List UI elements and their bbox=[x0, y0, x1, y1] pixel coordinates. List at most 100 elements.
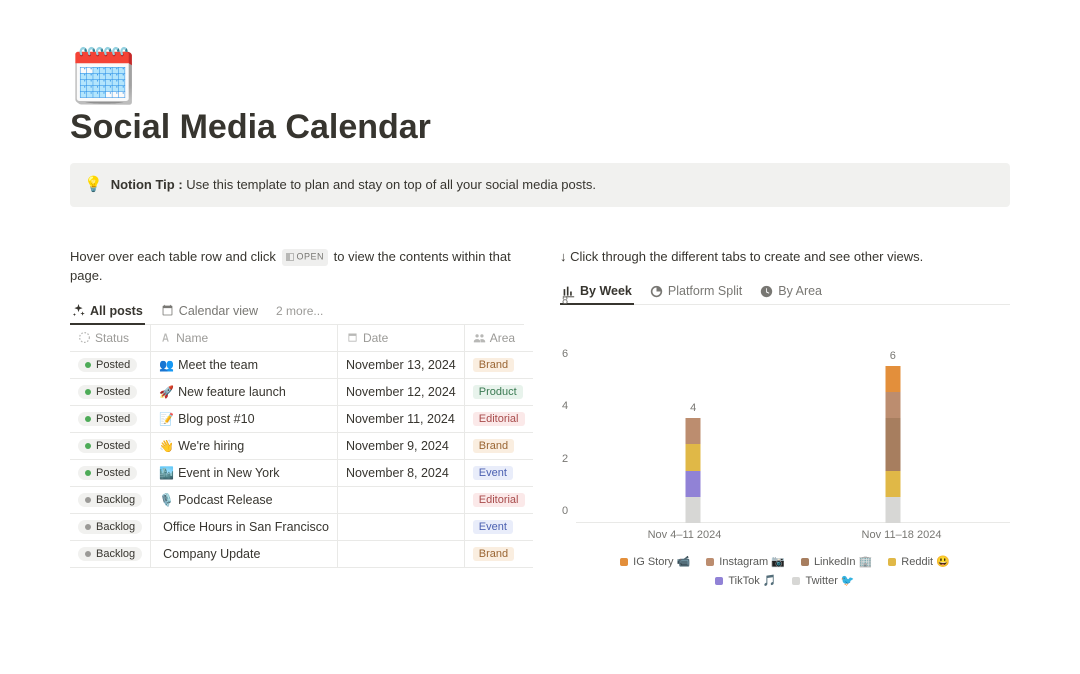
area-tag: Brand bbox=[473, 358, 514, 372]
bar-segment bbox=[686, 497, 701, 523]
row-date bbox=[337, 540, 464, 567]
bar-segment bbox=[686, 418, 701, 444]
legend-swatch bbox=[801, 558, 809, 566]
row-emoji: 🚀 bbox=[159, 385, 174, 399]
table-row[interactable]: Backlog Company Update Brand bbox=[70, 540, 533, 567]
table-row[interactable]: Posted🏙️Event in New YorkNovember 8, 202… bbox=[70, 459, 533, 486]
tab-calendar-view-label: Calendar view bbox=[179, 304, 258, 318]
open-chip-icon bbox=[286, 253, 294, 261]
status-dot bbox=[85, 389, 91, 395]
tip-label: Notion Tip : bbox=[111, 177, 183, 192]
legend-swatch bbox=[620, 558, 628, 566]
legend-item[interactable]: LinkedIn 🏢 bbox=[801, 555, 872, 568]
tab-by-week-label: By Week bbox=[580, 284, 632, 298]
row-date: November 13, 2024 bbox=[337, 351, 464, 378]
col-status[interactable]: Status bbox=[70, 325, 151, 352]
col-name[interactable]: Name bbox=[151, 325, 338, 352]
legend: IG Story 📹 Instagram 📷 LinkedIn 🏢 Reddit 😃 T… bbox=[560, 555, 1010, 587]
status-pill: Posted bbox=[78, 358, 137, 372]
table-row[interactable]: Posted📝Blog post #10November 11, 2024Edi… bbox=[70, 405, 533, 432]
row-name: New feature launch bbox=[178, 385, 286, 399]
row-emoji: 👋 bbox=[159, 439, 174, 453]
status-pill: Backlog bbox=[78, 493, 142, 507]
y-tick: 4 bbox=[562, 400, 568, 412]
legend-label: Twitter 🐦 bbox=[805, 574, 854, 587]
lightbulb-icon: 💡 bbox=[84, 175, 103, 193]
tab-calendar-view[interactable]: Calendar view bbox=[159, 298, 260, 324]
tab-by-area-label: By Area bbox=[778, 284, 822, 298]
page-icon[interactable]: 🗓️ bbox=[70, 50, 1010, 104]
calendar-icon bbox=[161, 304, 174, 317]
callout: 💡 Notion Tip : Use this template to plan… bbox=[70, 163, 1010, 207]
table-row[interactable]: Backlog🎙️Podcast ReleaseEditorial bbox=[70, 486, 533, 513]
status-text: Posted bbox=[96, 413, 130, 425]
status-text: Backlog bbox=[96, 548, 135, 560]
table-row[interactable]: Posted 🚀 New feature launch November 12, 20… bbox=[70, 378, 533, 405]
bar-group[interactable]: 6 bbox=[885, 366, 900, 524]
table-row[interactable]: Posted👋We're hiringNovember 9, 2024Brand bbox=[70, 432, 533, 459]
bar-segment bbox=[885, 392, 900, 418]
row-date: November 12, 2024 bbox=[337, 378, 464, 405]
left-tabs: All posts Calendar view 2 more... bbox=[70, 298, 524, 325]
tab-more[interactable]: 2 more... bbox=[274, 298, 325, 324]
status-text: Posted bbox=[96, 440, 130, 452]
area-tag: Brand bbox=[473, 439, 514, 453]
status-pill: Backlog bbox=[78, 520, 142, 534]
area-tag: Brand bbox=[473, 547, 514, 561]
y-tick: 6 bbox=[562, 348, 568, 360]
x-axis bbox=[576, 522, 1010, 523]
legend-label: Instagram 📷 bbox=[719, 555, 785, 568]
people-icon bbox=[473, 331, 486, 344]
tip-body: Use this template to plan and stay on to… bbox=[183, 177, 596, 192]
bar-segment bbox=[885, 471, 900, 497]
posts-table: Status Name Date Area Posted👥Meet the te… bbox=[70, 325, 533, 568]
status-text: Backlog bbox=[96, 494, 135, 506]
tab-all-posts[interactable]: All posts bbox=[70, 298, 145, 324]
legend-item[interactable]: TikTok 🎵 bbox=[715, 574, 776, 587]
legend-label: Reddit 😃 bbox=[901, 555, 950, 568]
y-tick: 2 bbox=[562, 453, 568, 465]
open-chip: OPEN bbox=[282, 249, 329, 266]
col-area[interactable]: Area bbox=[464, 325, 532, 352]
status-text: Posted bbox=[96, 467, 130, 479]
right-tabs: By Week Platform Split By Area bbox=[560, 278, 1010, 305]
row-name: Company Update bbox=[163, 547, 260, 561]
area-tag: Editorial bbox=[473, 493, 525, 507]
area-tag: Event bbox=[473, 520, 513, 534]
bar-segment bbox=[686, 471, 701, 497]
area-tag: Editorial bbox=[473, 412, 525, 426]
row-name: Podcast Release bbox=[178, 493, 273, 507]
col-date[interactable]: Date bbox=[337, 325, 464, 352]
legend-swatch bbox=[715, 577, 723, 585]
status-icon bbox=[78, 331, 91, 344]
tab-by-week[interactable]: By Week bbox=[560, 278, 634, 304]
legend-label: IG Story 📹 bbox=[633, 555, 690, 568]
tab-platform-split[interactable]: Platform Split bbox=[648, 278, 744, 304]
row-emoji: 📝 bbox=[159, 412, 174, 426]
row-date: November 9, 2024 bbox=[337, 432, 464, 459]
text-icon bbox=[159, 331, 172, 344]
legend-swatch bbox=[706, 558, 714, 566]
bar-group[interactable]: 4 bbox=[686, 418, 701, 523]
clock-icon bbox=[760, 285, 773, 298]
status-dot bbox=[85, 551, 91, 557]
row-date bbox=[337, 513, 464, 540]
x-label: Nov 11–18 2024 bbox=[793, 529, 1010, 541]
row-date: November 11, 2024 bbox=[337, 405, 464, 432]
row-name: Event in New York bbox=[178, 466, 279, 480]
tab-by-area[interactable]: By Area bbox=[758, 278, 824, 304]
callout-text: Notion Tip : Use this template to plan a… bbox=[111, 175, 596, 195]
y-tick: 8 bbox=[562, 295, 568, 307]
legend-item[interactable]: Instagram 📷 bbox=[706, 555, 785, 568]
table-row[interactable]: Posted👥Meet the teamNovember 13, 2024Bra… bbox=[70, 351, 533, 378]
y-tick: 0 bbox=[562, 505, 568, 517]
status-text: Backlog bbox=[96, 521, 135, 533]
legend-label: LinkedIn 🏢 bbox=[814, 555, 872, 568]
table-row[interactable]: BacklogOffice Hours in San FranciscoEven… bbox=[70, 513, 533, 540]
status-text: Posted bbox=[96, 359, 130, 371]
status-text: Posted bbox=[96, 386, 130, 398]
legend-item[interactable]: Reddit 😃 bbox=[888, 555, 950, 568]
legend-item[interactable]: IG Story 📹 bbox=[620, 555, 690, 568]
status-dot bbox=[85, 524, 91, 530]
legend-item[interactable]: Twitter 🐦 bbox=[792, 574, 854, 587]
